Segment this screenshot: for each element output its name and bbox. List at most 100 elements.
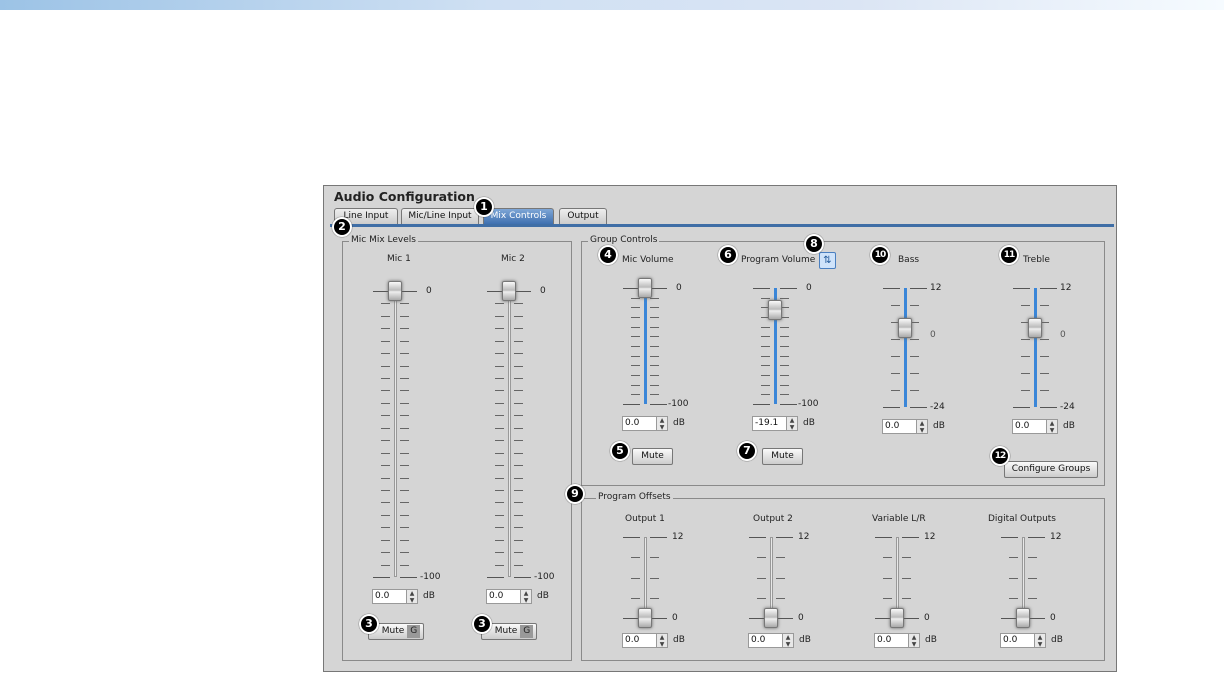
slider-thumb[interactable] [638, 608, 652, 628]
slider-thumb[interactable] [898, 317, 912, 338]
tick-mark [780, 336, 789, 338]
slider-track[interactable] [508, 291, 511, 577]
slider-thumb[interactable] [1028, 317, 1042, 338]
tick-mark [514, 415, 523, 417]
tab-mix-controls[interactable]: Mix Controls [483, 208, 554, 224]
db-input[interactable]: 0.0 [622, 633, 657, 648]
group-indicator: G [520, 625, 534, 638]
spin-arrows-icon[interactable]: ▲ ▼ [917, 419, 928, 434]
spin-arrows-icon[interactable]: ▲ ▼ [1047, 419, 1058, 434]
tick-mark [1021, 339, 1030, 340]
tick-mark [514, 328, 523, 330]
db-stepper[interactable]: 0.0 ▲ ▼ [1012, 419, 1058, 434]
tick-mark [910, 407, 927, 408]
spin-arrows-icon[interactable]: ▲ ▼ [783, 633, 794, 648]
tab-mic-line-input[interactable]: Mic/Line Input [401, 208, 479, 224]
slider-fill [1034, 288, 1037, 407]
tick-mark [891, 356, 900, 357]
tick-mark [1013, 288, 1030, 289]
tick-mark [514, 353, 523, 355]
tick-mark [514, 477, 523, 479]
tick-mark [753, 404, 770, 405]
tick-mark [1040, 356, 1049, 357]
callout-badge: 12 [990, 446, 1010, 466]
tick-mark [910, 356, 919, 357]
slider-track[interactable] [1022, 537, 1025, 618]
tick-mark [1009, 597, 1018, 599]
tick-mark [650, 618, 667, 619]
tick-mark [631, 317, 640, 318]
db-stepper[interactable]: 0.0 ▲ ▼ [622, 416, 668, 431]
tick-mark [400, 291, 417, 292]
tick-mark [514, 452, 523, 454]
tick-mark [487, 577, 504, 578]
tick-mark [883, 577, 892, 579]
spin-arrows-icon[interactable]: ▲ ▼ [787, 416, 798, 431]
sliders-settings-icon[interactable]: ⇅ [819, 252, 836, 269]
spin-arrows-icon[interactable]: ▲ ▼ [909, 633, 920, 648]
slider-thumb[interactable] [764, 608, 778, 628]
slider-thumb[interactable] [502, 281, 516, 301]
tick-mark [780, 288, 797, 289]
slider-track[interactable] [770, 537, 773, 618]
db-input[interactable]: 0.0 [486, 589, 521, 604]
spin-arrows-icon[interactable]: ▲ ▼ [657, 416, 668, 431]
db-input[interactable]: -19.1 [752, 416, 787, 431]
db-stepper[interactable]: 0.0 ▲ ▼ [1000, 633, 1046, 648]
tab-output[interactable]: Output [559, 208, 607, 224]
group-label: Program Offsets [596, 492, 673, 502]
db-stepper[interactable]: 0.0 ▲ ▼ [874, 633, 920, 648]
slider-title: Bass [898, 255, 920, 265]
mute-button[interactable]: Mute [762, 448, 803, 465]
spin-arrows-icon[interactable]: ▲ ▼ [657, 633, 668, 648]
db-input[interactable]: 0.0 [1012, 419, 1047, 434]
db-input[interactable]: 0.0 [622, 416, 657, 431]
slider-max-label: 12 [1050, 532, 1062, 542]
tick-mark [495, 477, 504, 479]
slider-thumb[interactable] [890, 608, 904, 628]
tick-mark [1021, 373, 1030, 374]
tick-mark [650, 307, 659, 309]
slider-thumb[interactable] [768, 300, 782, 321]
db-input[interactable]: 0.0 [882, 419, 917, 434]
slider-thumb[interactable] [638, 278, 652, 298]
slider-title: Mic 2 [501, 254, 525, 264]
spin-arrows-icon[interactable]: ▲ ▼ [521, 589, 532, 604]
slider-track[interactable] [896, 537, 899, 618]
tick-mark [761, 355, 770, 357]
db-stepper[interactable]: -19.1 ▲ ▼ [752, 416, 798, 431]
tick-mark [776, 557, 785, 559]
slider-thumb[interactable] [1016, 608, 1030, 628]
db-stepper[interactable]: 0.0 ▲ ▼ [882, 419, 928, 434]
slider-max-label: 12 [924, 532, 936, 542]
slider-track[interactable] [394, 291, 397, 577]
tick-mark [761, 375, 770, 376]
spin-arrows-icon[interactable]: ▲ ▼ [1035, 633, 1046, 648]
db-input[interactable]: 0.0 [1000, 633, 1035, 648]
db-input[interactable]: 0.0 [748, 633, 783, 648]
db-stepper[interactable]: 0.0 ▲ ▼ [622, 633, 668, 648]
tick-mark [1028, 537, 1045, 538]
slider-track[interactable] [644, 537, 647, 618]
db-stepper[interactable]: 0.0 ▲ ▼ [748, 633, 794, 648]
slider-title: Variable L/R [872, 514, 926, 524]
tick-mark [650, 577, 659, 579]
spin-arrows-icon[interactable]: ▲ ▼ [407, 589, 418, 604]
db-stepper[interactable]: 0.0 ▲ ▼ [486, 589, 532, 604]
configure-groups-button[interactable]: Configure Groups [1004, 461, 1098, 478]
tick-mark [381, 477, 390, 479]
slider-min-label: 0 [798, 613, 804, 623]
slider-title: Digital Outputs [988, 514, 1057, 524]
mute-button[interactable]: Mute [632, 448, 673, 465]
tick-mark [631, 336, 640, 338]
db-stepper[interactable]: 0.0 ▲ ▼ [372, 589, 418, 604]
tick-mark [495, 353, 504, 355]
db-input[interactable]: 0.0 [372, 589, 407, 604]
db-input[interactable]: 0.0 [874, 633, 909, 648]
tick-mark [631, 384, 640, 386]
slider-thumb[interactable] [388, 281, 402, 301]
tick-mark [776, 577, 785, 579]
tick-mark [891, 305, 900, 306]
tick-mark [650, 355, 659, 357]
tick-mark [761, 346, 770, 347]
